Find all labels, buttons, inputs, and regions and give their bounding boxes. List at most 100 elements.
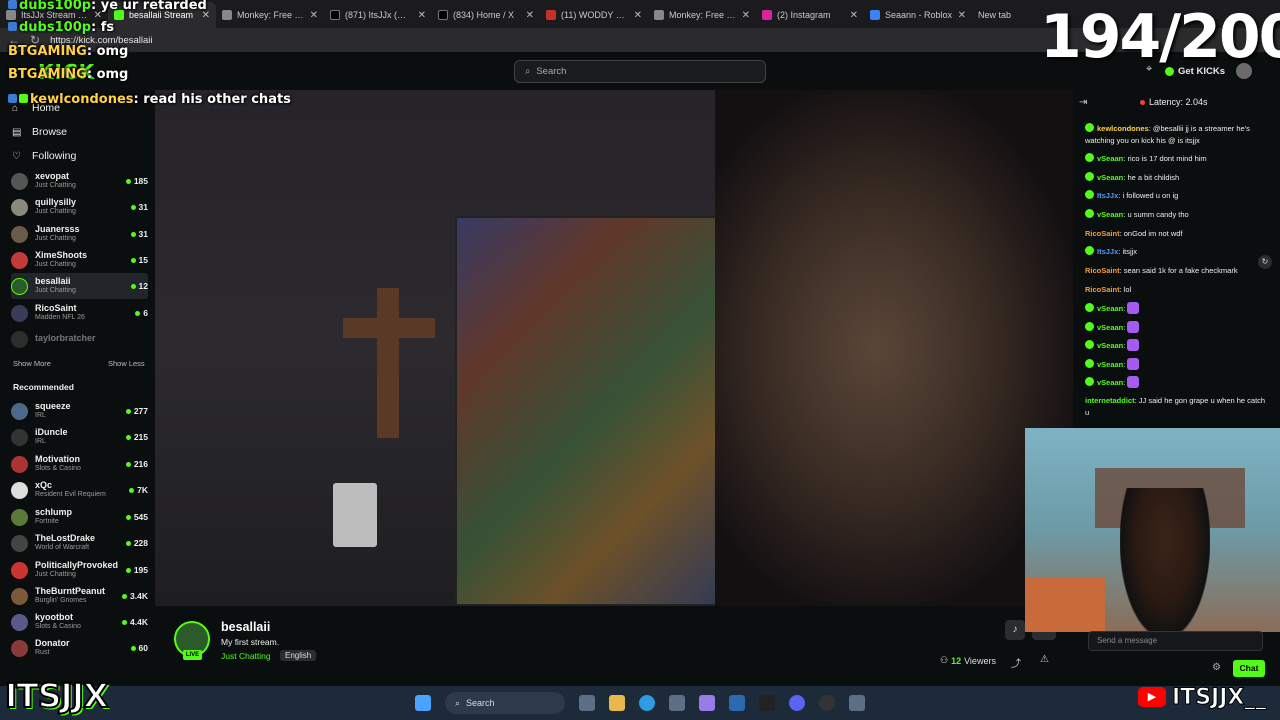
- live-dot-icon: [125, 514, 131, 520]
- live-dot-icon: [129, 487, 135, 493]
- stream-title: My first stream.: [221, 637, 280, 647]
- following-channel[interactable]: RicoSaint Madden NFL 26 6: [11, 300, 148, 326]
- report-icon[interactable]: ⚠: [1040, 654, 1049, 665]
- channel-avatar: [11, 277, 28, 295]
- windows-taskbar: ⌕ Search: [0, 686, 1280, 720]
- edge-icon[interactable]: [639, 695, 655, 711]
- recommended-channel[interactable]: squeeze IRL 277: [11, 398, 148, 424]
- close-tab-icon[interactable]: ✕: [958, 10, 966, 21]
- browser-tab[interactable]: Monkey: Free Live Vi✕: [648, 2, 756, 28]
- chat-settings-gear-icon[interactable]: ⚙: [1212, 662, 1221, 673]
- verified-badge-icon: [1085, 190, 1094, 199]
- browse-icon: ▤: [12, 126, 22, 138]
- x-favicon-icon: [438, 10, 448, 20]
- chair-image: [1025, 578, 1105, 632]
- close-tab-icon[interactable]: ✕: [742, 10, 750, 21]
- heart-icon: ♡: [12, 150, 21, 162]
- close-tab-icon[interactable]: ✕: [310, 10, 318, 21]
- following-channel[interactable]: Juanersss Just Chatting 31: [11, 221, 148, 247]
- store-icon[interactable]: [729, 695, 745, 711]
- share-icon[interactable]: ⤴: [1011, 655, 1021, 670]
- show-less-button[interactable]: Show Less: [108, 359, 145, 368]
- channel-avatar: [11, 402, 28, 420]
- channel-avatar: [11, 561, 28, 579]
- stream-category[interactable]: Just Chatting: [221, 651, 271, 661]
- emote-icon: [1127, 339, 1140, 351]
- overlay-chat-line: dubs100p: fs: [8, 20, 114, 35]
- channel-avatar: [11, 330, 28, 348]
- show-more-button[interactable]: Show More: [13, 359, 51, 368]
- taskview-icon[interactable]: [579, 695, 595, 711]
- recommended-channel[interactable]: schlump Fortnite 545: [11, 504, 148, 530]
- recommended-channel[interactable]: TheLostDrake World of Warcraft 228: [11, 530, 148, 556]
- live-dot-icon: [122, 619, 128, 625]
- latency-dot-icon: [1140, 99, 1145, 105]
- following-channel-selected[interactable]: besallaii Just Chatting 12: [11, 273, 148, 299]
- following-channel[interactable]: XimeShoots Just Chatting 15: [11, 247, 148, 273]
- video-player[interactable]: [155, 90, 1073, 606]
- live-dot-icon: [125, 567, 131, 573]
- language-tag[interactable]: English: [280, 650, 317, 661]
- chrome-icon[interactable]: [819, 695, 835, 711]
- scroll-to-bottom-icon[interactable]: ↻: [1258, 255, 1272, 269]
- app-icon[interactable]: [669, 695, 685, 711]
- verified-badge-icon: [1085, 303, 1094, 312]
- windows-start-icon[interactable]: [415, 695, 431, 711]
- following-channel[interactable]: quillysilly Just Chatting 31: [11, 194, 148, 220]
- channel-avatar: [11, 455, 28, 473]
- channel-avatar: [11, 481, 28, 499]
- file-explorer-icon[interactable]: [609, 695, 625, 711]
- emote-icon: [1127, 376, 1140, 388]
- sidebar-nav-following[interactable]: ♡ Following: [12, 150, 76, 162]
- channel-avatar: [11, 587, 28, 605]
- notification-bell-icon[interactable]: ♪: [1005, 620, 1025, 640]
- recommended-channel[interactable]: kyootbot Slots & Casino 4.4K: [11, 609, 148, 635]
- chat-message: vSeaan:: [1085, 339, 1270, 352]
- discord-icon[interactable]: [789, 695, 805, 711]
- streamer-name[interactable]: besallaii: [221, 620, 270, 634]
- close-tab-icon[interactable]: ✕: [418, 10, 426, 21]
- channel-avatar: [11, 639, 28, 657]
- recommended-channel[interactable]: TheBurntPeanut Burglin' Gnomes 3.4K: [11, 583, 148, 609]
- browser-tab[interactable]: Seaann - Roblox ✕: [864, 2, 972, 28]
- badge-icon: [8, 94, 17, 103]
- recommended-channel[interactable]: Motivation Slots & Casino 216: [11, 451, 148, 477]
- youtube-favicon-icon: [546, 10, 556, 20]
- collapse-chat-icon[interactable]: ⇥: [1079, 97, 1087, 108]
- emote-icon: [1127, 302, 1140, 314]
- browser-tab[interactable]: Monkey: Free Live Vi✕: [216, 2, 324, 28]
- close-tab-icon[interactable]: ✕: [526, 10, 534, 21]
- app-icon[interactable]: [849, 695, 865, 711]
- recommended-channel[interactable]: Donator Rust 60: [11, 635, 148, 661]
- browser-tab[interactable]: (11) WODDY X MHA✕: [540, 2, 648, 28]
- search-icon: ⌕: [525, 66, 531, 77]
- app-icon[interactable]: [759, 695, 775, 711]
- live-dot-icon: [125, 434, 131, 440]
- live-dot-icon: [135, 310, 141, 316]
- emote-icon: [1127, 321, 1140, 333]
- browser-tab[interactable]: (871) ItsJJx (@ItsJJx_✕: [324, 2, 432, 28]
- chat-message: vSeaan:: [1085, 321, 1270, 334]
- recommended-channel[interactable]: xQc Resident Evil Requiem 7K: [11, 477, 148, 503]
- recommended-channel[interactable]: PoliticallyProvoked Just Chatting 195: [11, 557, 148, 583]
- browser-tab[interactable]: (2) Instagram ✕: [756, 2, 864, 28]
- taskbar-search[interactable]: ⌕ Search: [445, 692, 565, 714]
- following-channel[interactable]: xevopat Just Chatting 185: [11, 168, 148, 194]
- verified-badge-icon: [1085, 246, 1094, 255]
- chat-input[interactable]: Send a message: [1088, 631, 1263, 651]
- search-input[interactable]: ⌕ Search: [514, 60, 766, 83]
- live-dot-icon: [130, 283, 136, 289]
- chat-send-button[interactable]: Chat: [1233, 660, 1265, 677]
- recommended-channel[interactable]: iDuncle IRL 215: [11, 424, 148, 450]
- browser-tab[interactable]: (834) Home / X ✕: [432, 2, 540, 28]
- close-tab-icon[interactable]: ✕: [850, 10, 858, 21]
- sidebar-nav-browse[interactable]: ▤ Browse: [12, 126, 67, 138]
- verified-badge-icon: [1085, 123, 1094, 132]
- following-channel-offline[interactable]: taylorbratcher: [11, 326, 148, 352]
- live-dot-icon: [122, 593, 128, 599]
- app-icon[interactable]: [699, 695, 715, 711]
- badge-icon: [8, 0, 17, 9]
- tapestry-image: [455, 216, 755, 606]
- close-tab-icon[interactable]: ✕: [634, 10, 642, 21]
- emote-icon: [1127, 358, 1140, 370]
